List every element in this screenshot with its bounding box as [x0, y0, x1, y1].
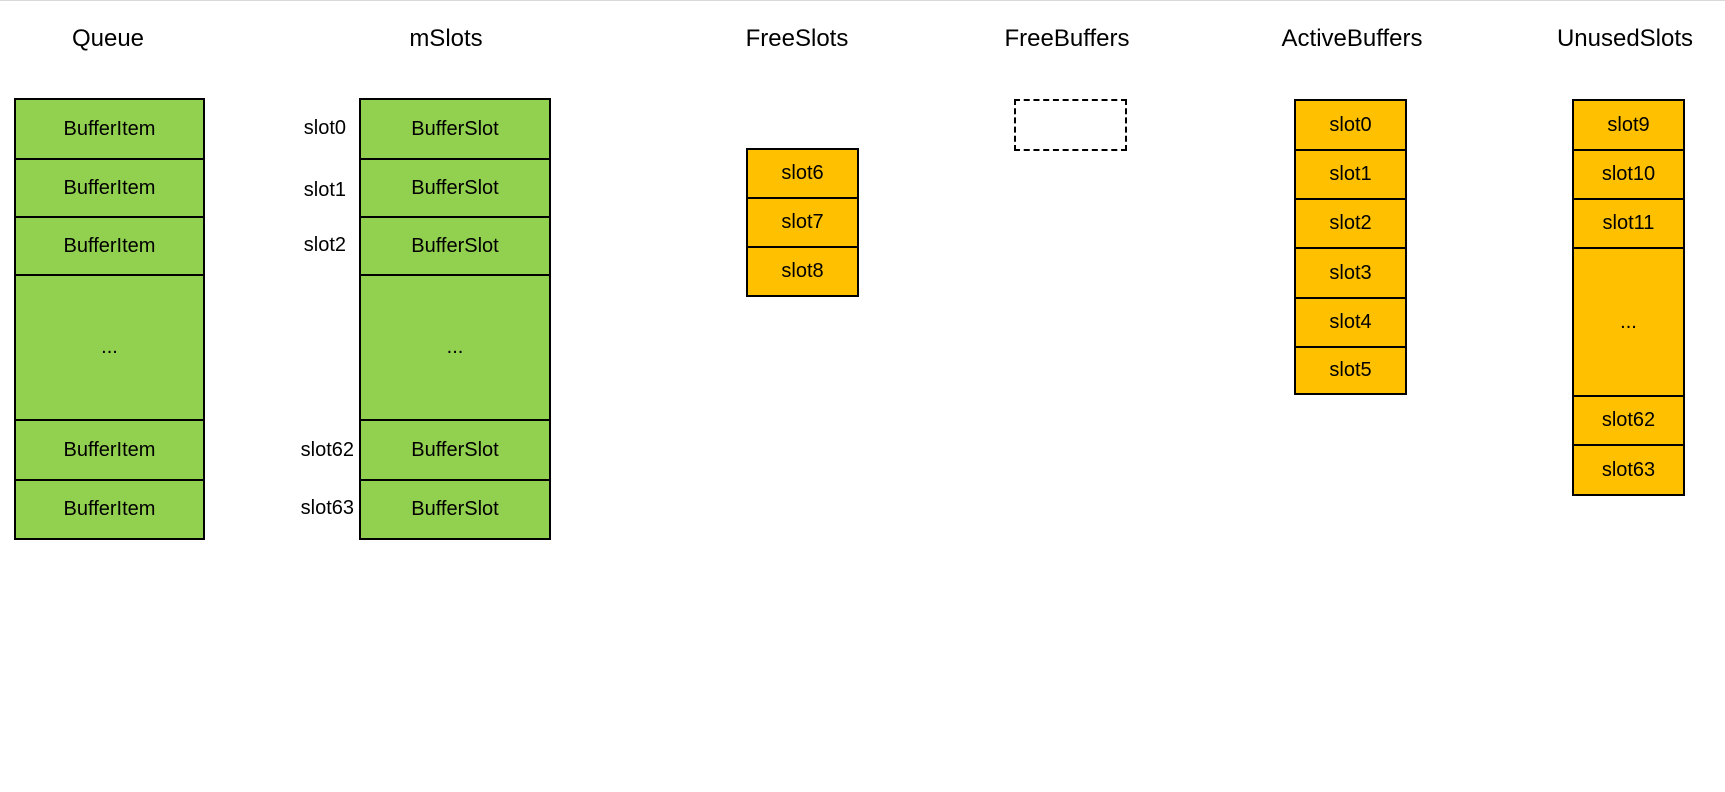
free-slot: slot7 — [748, 199, 857, 248]
mslots-row-label: slot63 — [300, 497, 354, 519]
unused-slot: slot63 — [1574, 446, 1683, 494]
unused-slots-title: UnusedSlots — [1556, 25, 1694, 52]
queue-title: Queue — [71, 25, 145, 52]
free-slots-column: slot6 slot7 slot8 — [746, 148, 859, 297]
buffer-slot: BufferSlot — [361, 481, 549, 538]
buffer-slot: BufferSlot — [361, 218, 549, 276]
free-buffers-title: FreeBuffers — [1004, 25, 1130, 52]
queue-ellipsis: ... — [16, 276, 203, 421]
active-buffer-slot: slot2 — [1296, 200, 1405, 249]
free-slot: slot8 — [748, 248, 857, 295]
mslots-row-label: slot2 — [303, 234, 346, 256]
unused-slot: slot62 — [1574, 397, 1683, 446]
mslots-row-label: slot0 — [303, 117, 346, 139]
free-buffers-empty-box — [1014, 99, 1127, 151]
active-buffer-slot: slot5 — [1296, 348, 1405, 393]
queue-item: BufferItem — [16, 218, 203, 276]
unused-slots-column: slot9 slot10 slot11 ... slot62 slot63 — [1572, 99, 1685, 496]
mslots-title: mSlots — [409, 25, 483, 52]
buffer-slot: BufferSlot — [361, 100, 549, 160]
unused-slot: slot10 — [1574, 151, 1683, 200]
free-slots-title: FreeSlots — [745, 25, 849, 52]
active-buffer-slot: slot0 — [1296, 101, 1405, 151]
mslots-column: BufferSlot BufferSlot BufferSlot ... Buf… — [359, 98, 551, 540]
active-buffers-column: slot0 slot1 slot2 slot3 slot4 slot5 — [1294, 99, 1407, 395]
buffer-slot: BufferSlot — [361, 421, 549, 481]
buffer-slot: BufferSlot — [361, 160, 549, 218]
unused-slot: slot11 — [1574, 200, 1683, 249]
mslots-row-label: slot62 — [300, 439, 354, 461]
queue-item: BufferItem — [16, 481, 203, 538]
mslots-ellipsis: ... — [361, 276, 549, 421]
queue-item: BufferItem — [16, 100, 203, 160]
active-buffer-slot: slot1 — [1296, 151, 1405, 200]
active-buffer-slot: slot3 — [1296, 249, 1405, 299]
unused-slot: slot9 — [1574, 101, 1683, 151]
active-buffers-title: ActiveBuffers — [1281, 25, 1423, 52]
queue-column: BufferItem BufferItem BufferItem ... Buf… — [14, 98, 205, 540]
queue-item: BufferItem — [16, 421, 203, 481]
free-slot: slot6 — [748, 150, 857, 199]
unused-slots-ellipsis: ... — [1574, 249, 1683, 397]
queue-item: BufferItem — [16, 160, 203, 218]
active-buffer-slot: slot4 — [1296, 299, 1405, 348]
top-rule — [0, 0, 1725, 1]
mslots-row-label: slot1 — [303, 179, 346, 201]
